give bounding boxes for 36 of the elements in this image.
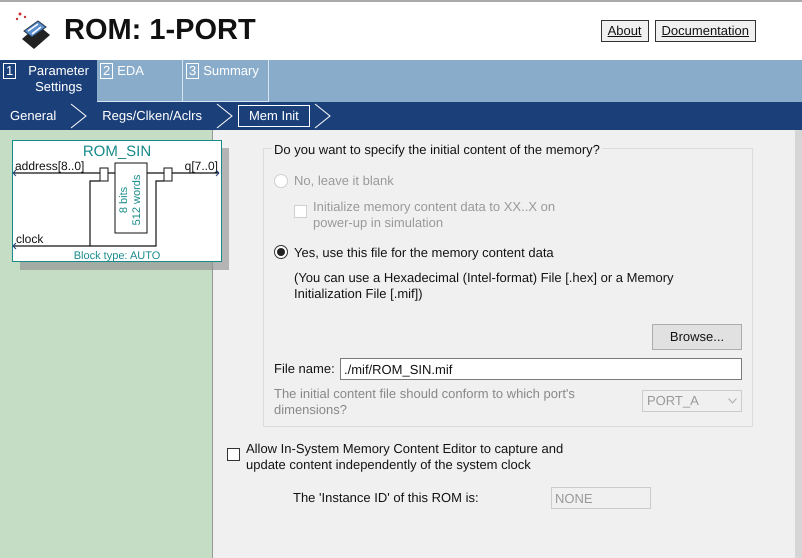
tab-number: 1 <box>3 63 16 79</box>
chevron-icon <box>216 103 234 129</box>
step-link[interactable]: General <box>0 105 66 127</box>
radio-label: Yes, use this file for the memory content data <box>294 244 554 262</box>
block-type-label: Block type: AUTO <box>74 250 160 262</box>
input-port-label: address[8..0] <box>15 159 84 173</box>
step-link[interactable]: Mem Init <box>238 105 310 127</box>
tab-label: EDA <box>117 63 144 79</box>
port-question: The initial content file should conform to which port's dimensions? <box>274 386 576 418</box>
clock-port-label: clock <box>16 232 44 246</box>
symbol-name: ROM_SIN <box>82 143 152 160</box>
checkbox-label: Initialize memory content data to XX..X on power-up in simulation <box>313 198 556 230</box>
window-title: ROM: 1-PORT <box>64 13 256 48</box>
chevron-icon <box>70 103 88 129</box>
file-format-hint: (You can use a Hexadecimal (Intel-format) File [.hex] or a Memory Initialization File [.mif]) <box>294 270 675 302</box>
memory-width-label: 8 bits <box>118 186 130 214</box>
wizard-tab[interactable]: 1 Parameter Settings <box>0 60 97 102</box>
file-name-field[interactable]: ./mif/ROM_SIN.mif <box>340 358 742 380</box>
tab-number: 2 <box>100 63 114 79</box>
step-link[interactable]: Regs/Clken/Aclrs <box>92 105 212 127</box>
memory-depth-label: 512 words <box>131 174 143 226</box>
chevron-icon <box>314 103 332 129</box>
header-button[interactable]: Documentation <box>654 20 756 42</box>
instance-id-label: The 'Instance ID' of this ROM is: <box>293 489 480 508</box>
header-button[interactable]: About <box>600 20 649 42</box>
caret-icon <box>728 398 737 404</box>
output-port-label: q[7..0] <box>184 159 218 173</box>
tab-number: 3 <box>186 63 200 79</box>
file-name-label: File name: <box>274 360 336 378</box>
checkbox[interactable] <box>227 448 240 461</box>
radio-label: No, leave it blank <box>294 172 394 190</box>
browse-button[interactable]: Browse... <box>652 324 742 350</box>
tab-label: Parameter Settings <box>27 63 90 95</box>
radio-button[interactable] <box>274 245 288 260</box>
tab-label: Summary <box>203 63 259 79</box>
checkbox-label: Allow In-System Memory Content Editor to capture and update content independently of the system clock <box>246 441 564 473</box>
